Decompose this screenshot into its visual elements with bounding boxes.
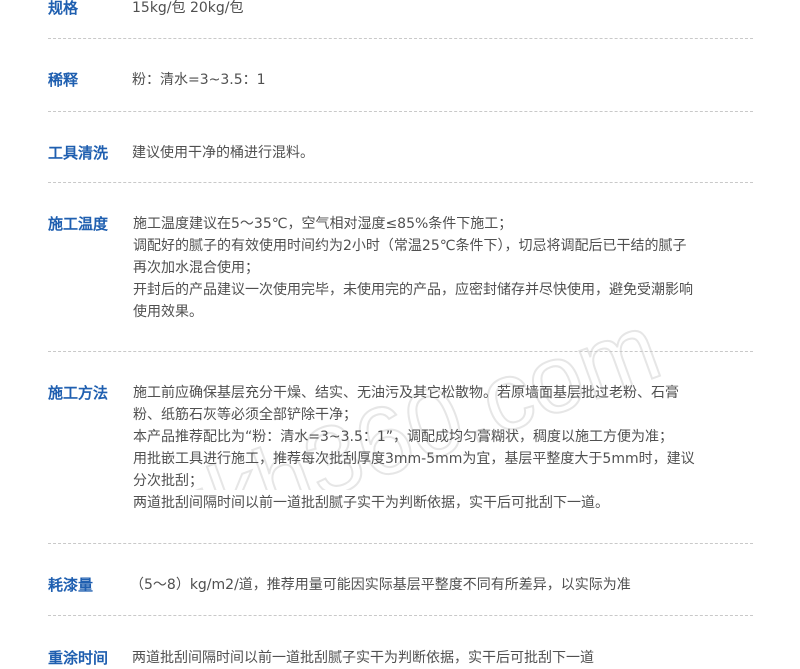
row-line: 粉：清水=3~3.5：1: [132, 72, 266, 88]
row-label-tool-cleaning: 工具清洗: [48, 144, 109, 162]
row-text-temperature: 施工温度建议在5～35℃，空气相对湿度≤85%条件下施工； 调配好的腻子的有效使…: [133, 213, 693, 323]
divider: [48, 182, 753, 183]
row-label-consumption: 耗漆量: [48, 576, 94, 594]
row-text-recoat-time: 两道批刮间隔时间以前一道批刮腻子实干为判断依据，实干后可批刮下一道: [132, 647, 594, 669]
row-line: 两道批刮间隔时间以前一道批刮腻子实干为判断依据，实干后可批刮下一道。: [133, 495, 609, 511]
row-text-tool-cleaning: 建议使用干净的桶进行混料。: [132, 142, 314, 164]
row-line: 施工前应确保基层充分干燥、结实、无油污及其它松散物。若原墙面基层批过老粉、石膏: [133, 385, 679, 401]
divider: [48, 351, 753, 352]
divider: [48, 111, 753, 112]
row-line: 开封后的产品建议一次使用完毕，未使用完的产品，应密封储存并尽快使用，避免受潮影响: [133, 282, 693, 298]
row-text-spec: 15kg/包 20kg/包: [132, 0, 244, 19]
row-line: （5～8）kg/m2/道，推荐用量可能因实际基层平整度不同有所差异，以实际为准: [130, 577, 631, 593]
row-text-consumption: （5～8）kg/m2/道，推荐用量可能因实际基层平整度不同有所差异，以实际为准: [130, 574, 631, 596]
row-line: 施工温度建议在5～35℃，空气相对湿度≤85%条件下施工；: [133, 216, 513, 232]
row-text-dilution: 粉：清水=3~3.5：1: [132, 69, 266, 91]
row-line: 分次批刮；: [133, 473, 203, 489]
divider: [48, 38, 753, 39]
row-label-dilution: 稀释: [48, 71, 79, 89]
row-label-method: 施工方法: [48, 384, 109, 402]
row-label-spec: 规格: [48, 0, 79, 17]
row-line: 本产品推荐配比为“粉：清水=3~3.5：1”，调配成均匀膏糊状，稠度以施工方便为…: [133, 429, 674, 445]
divider: [48, 543, 753, 544]
row-line: 两道批刮间隔时间以前一道批刮腻子实干为判断依据，实干后可批刮下一道: [132, 650, 594, 666]
row-line: 再次加水混合使用；: [133, 260, 259, 276]
row-line: 使用效果。: [133, 304, 203, 320]
row-label-temperature: 施工温度: [48, 215, 109, 233]
divider: [48, 615, 753, 616]
row-line: 调配好的腻子的有效使用时间约为2小时（常温25℃条件下），切忌将调配后已干结的腻…: [133, 238, 687, 254]
row-line: 用批嵌工具进行施工，推荐每次批刮厚度3mm-5mm为宜，基层平整度大于5mm时，…: [133, 451, 695, 467]
spec-sheet: zkh360.com 规格 15kg/包 20kg/包 稀释 粉：清水=3~3.…: [0, 0, 800, 667]
row-label-recoat-time: 重涂时间: [48, 649, 109, 667]
row-line: 15kg/包 20kg/包: [132, 0, 244, 16]
row-line: 建议使用干净的桶进行混料。: [132, 145, 314, 161]
row-text-method: 施工前应确保基层充分干燥、结实、无油污及其它松散物。若原墙面基层批过老粉、石膏 …: [133, 382, 695, 514]
row-line: 粉、纸筋石灰等必须全部铲除干净；: [133, 407, 357, 423]
